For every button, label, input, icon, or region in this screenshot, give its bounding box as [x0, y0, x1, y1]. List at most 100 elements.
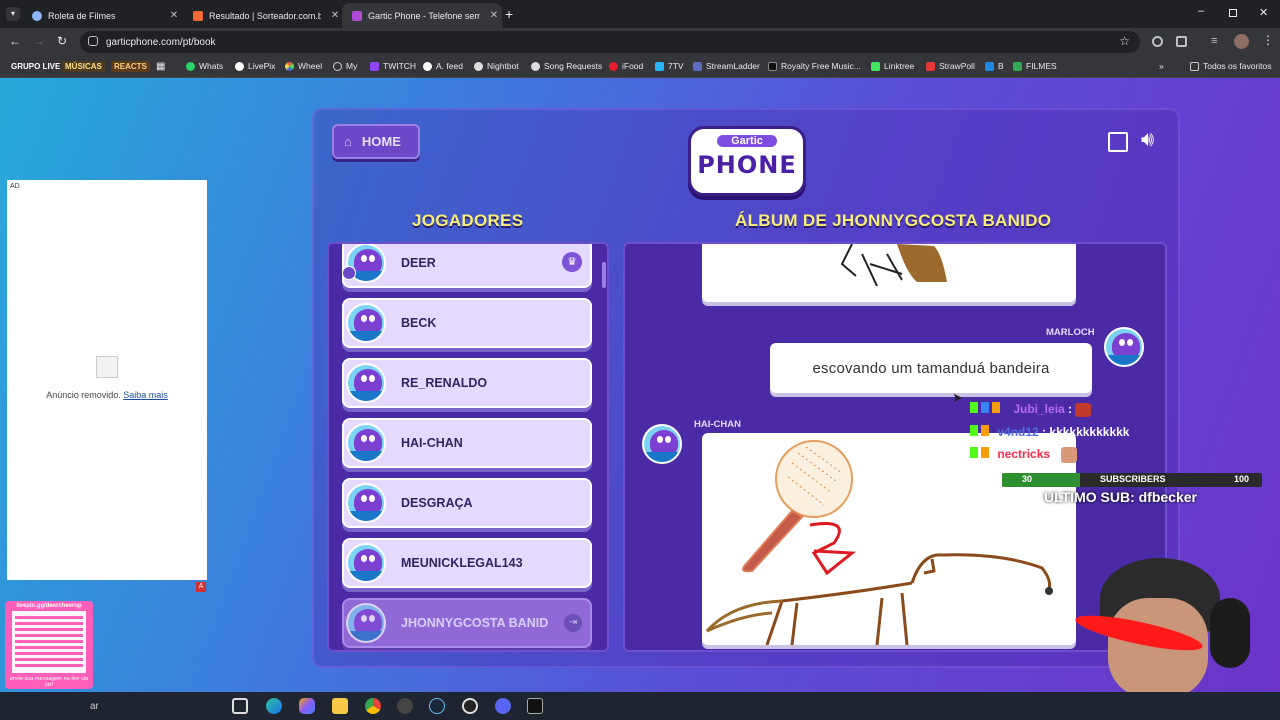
chrome-icon[interactable]	[365, 698, 381, 714]
exit-icon[interactable]: ⇥	[564, 614, 582, 632]
avatar	[346, 483, 386, 523]
chat-separator: :	[1042, 424, 1047, 439]
user-badge-icon	[342, 266, 356, 280]
gartic-phone-logo: Gartic PHONE	[688, 126, 806, 196]
player-name: MEUNICKLEGAL143	[401, 556, 523, 570]
bookmark-label: 7TV	[668, 61, 684, 71]
close-icon[interactable]: ✕	[486, 10, 502, 21]
player-name: BECK	[401, 316, 437, 330]
task-view-icon[interactable]	[232, 698, 248, 714]
bookmark-livepix[interactable]: LivePix	[235, 61, 275, 71]
bookmark-my[interactable]: My	[333, 61, 357, 71]
avatar	[346, 543, 386, 583]
bookmark-label: Linktree	[884, 61, 915, 71]
file-explorer-icon[interactable]	[332, 698, 348, 714]
apps-grid-icon[interactable]: ▦	[156, 61, 165, 72]
search-fragment[interactable]: ar	[90, 701, 99, 712]
reload-icon[interactable]: ↻	[57, 34, 67, 48]
compass-icon	[333, 61, 342, 71]
obs-icon[interactable]	[462, 698, 478, 714]
bookmark-strawpoll[interactable]: StrawPoll	[926, 61, 975, 71]
fullscreen-icon[interactable]	[1108, 132, 1128, 152]
media-control-icon[interactable]: ≡	[1211, 35, 1217, 47]
tab-gartic[interactable]: Gartic Phone - Telefone sem fio ✕	[342, 3, 502, 28]
profile-avatar[interactable]	[1234, 34, 1249, 49]
edge-icon[interactable]	[266, 698, 282, 714]
restore-icon[interactable]	[1229, 9, 1237, 17]
site-info-icon[interactable]	[88, 36, 98, 46]
qr-caption: envie sua mensagem na live via pix!	[9, 676, 89, 688]
avatar	[642, 424, 682, 464]
chat-badges	[970, 402, 1010, 413]
bookmark-label: B	[998, 61, 1004, 71]
bookmark-royalty-free[interactable]: Royalty Free Music...	[768, 61, 861, 71]
feed-icon	[423, 61, 432, 71]
bookmark-label: StreamLadder	[706, 61, 760, 71]
extension-icon[interactable]	[1152, 36, 1163, 47]
bookmark-ifood[interactable]: iFood	[609, 61, 643, 71]
minimize-icon[interactable]: –	[1198, 5, 1204, 17]
ad-choices-icon[interactable]: A	[196, 582, 206, 592]
bookmark-label: Wheel	[298, 61, 323, 71]
bookmark-filmes[interactable]: FILMES	[1013, 61, 1057, 71]
tab-sorteador[interactable]: Resultado | Sorteador.com.br - ✕	[183, 3, 343, 28]
more-bookmarks-icon[interactable]: »	[1159, 61, 1164, 71]
globe-icon	[32, 10, 42, 21]
scrollbar[interactable]	[602, 262, 606, 288]
bookmark-whats[interactable]: Whats	[186, 61, 223, 71]
bookmark-a-feed[interactable]: A. feed	[423, 61, 463, 71]
qr-code-icon	[12, 611, 86, 673]
bookmark-streamladder[interactable]: StreamLadder	[693, 61, 760, 71]
bookmark-grupo-live[interactable]: GRUPO LIVE	[8, 61, 63, 72]
steam-icon[interactable]	[429, 698, 445, 714]
bookmark-wheel[interactable]: Wheel	[285, 61, 322, 71]
bookmark-b[interactable]: B	[985, 61, 1004, 71]
forward-icon[interactable]: →	[33, 34, 45, 48]
music-icon	[768, 61, 777, 71]
home-button[interactable]: ⌂ HOME	[332, 124, 420, 159]
player-name: DESGRAÇA	[401, 496, 473, 510]
new-tab-icon[interactable]: +	[505, 6, 513, 22]
close-window-icon[interactable]: ✕	[1259, 6, 1268, 19]
browser-toolbar: ← → ↻ garticphone.com/pt/book ☆ ≡ ⋮	[0, 28, 1280, 56]
livepix-qr-panel[interactable]: livepix.gg/deercheerup envie sua mensage…	[5, 601, 93, 689]
copilot-icon[interactable]	[299, 698, 315, 714]
chat-line: v4nd12 : kkkkkkkkkkkk	[970, 424, 1150, 439]
close-icon[interactable]: ✕	[327, 10, 343, 21]
tab-roleta[interactable]: Roleta de Filmes ✕	[22, 3, 182, 28]
star-icon[interactable]: ☆	[1119, 34, 1130, 48]
ad-learn-more-link[interactable]: Saiba mais	[123, 390, 168, 400]
url-text: garticphone.com/pt/book	[106, 36, 216, 48]
bookmark-nightbot[interactable]: Nightbot	[474, 61, 519, 71]
qr-url: livepix.gg/deercheerup	[16, 603, 82, 609]
player-name: DEER	[401, 256, 436, 270]
entry-author: HAI-CHAN	[694, 419, 741, 430]
headphones-icon	[1210, 598, 1250, 668]
app-icon[interactable]	[397, 698, 413, 714]
menu-icon[interactable]: ⋮	[1262, 33, 1274, 47]
bookmark-twitch[interactable]: TWITCH	[370, 61, 416, 71]
bookmark-label: LivePix	[248, 61, 276, 71]
discord-icon[interactable]	[495, 698, 511, 714]
all-bookmarks-folder[interactable]: Todos os favoritos	[1190, 61, 1272, 71]
drawing-card	[702, 244, 1076, 302]
bookmark-label: FILMES	[1026, 61, 1057, 71]
emote-icon	[1060, 446, 1077, 463]
player-name: HAI-CHAN	[401, 436, 463, 450]
sub-label: SUBSCRIBERS	[1100, 474, 1166, 484]
bookmark-song-requests[interactable]: Song Requests	[531, 61, 602, 71]
strawpoll-icon	[926, 61, 935, 71]
tab-list-chevron-icon[interactable]: ▾	[6, 7, 20, 21]
bookmark-musicas[interactable]: MÚSICAS	[62, 61, 105, 72]
bookmark-7tv[interactable]: 7TV	[655, 61, 684, 71]
puzzle-icon[interactable]	[1176, 36, 1187, 47]
volume-icon[interactable]: 🔊︎	[1141, 128, 1154, 152]
bookmark-linktree[interactable]: Linktree	[871, 61, 914, 71]
bookmark-reacts[interactable]: REACTS	[111, 61, 150, 72]
terminal-icon[interactable]	[527, 698, 543, 714]
back-icon[interactable]: ←	[9, 34, 21, 48]
address-bar[interactable]: garticphone.com/pt/book ☆	[80, 31, 1140, 53]
anteater-drawing	[705, 440, 1053, 645]
close-icon[interactable]: ✕	[166, 10, 182, 21]
list-item: DEER ♛	[342, 244, 592, 288]
